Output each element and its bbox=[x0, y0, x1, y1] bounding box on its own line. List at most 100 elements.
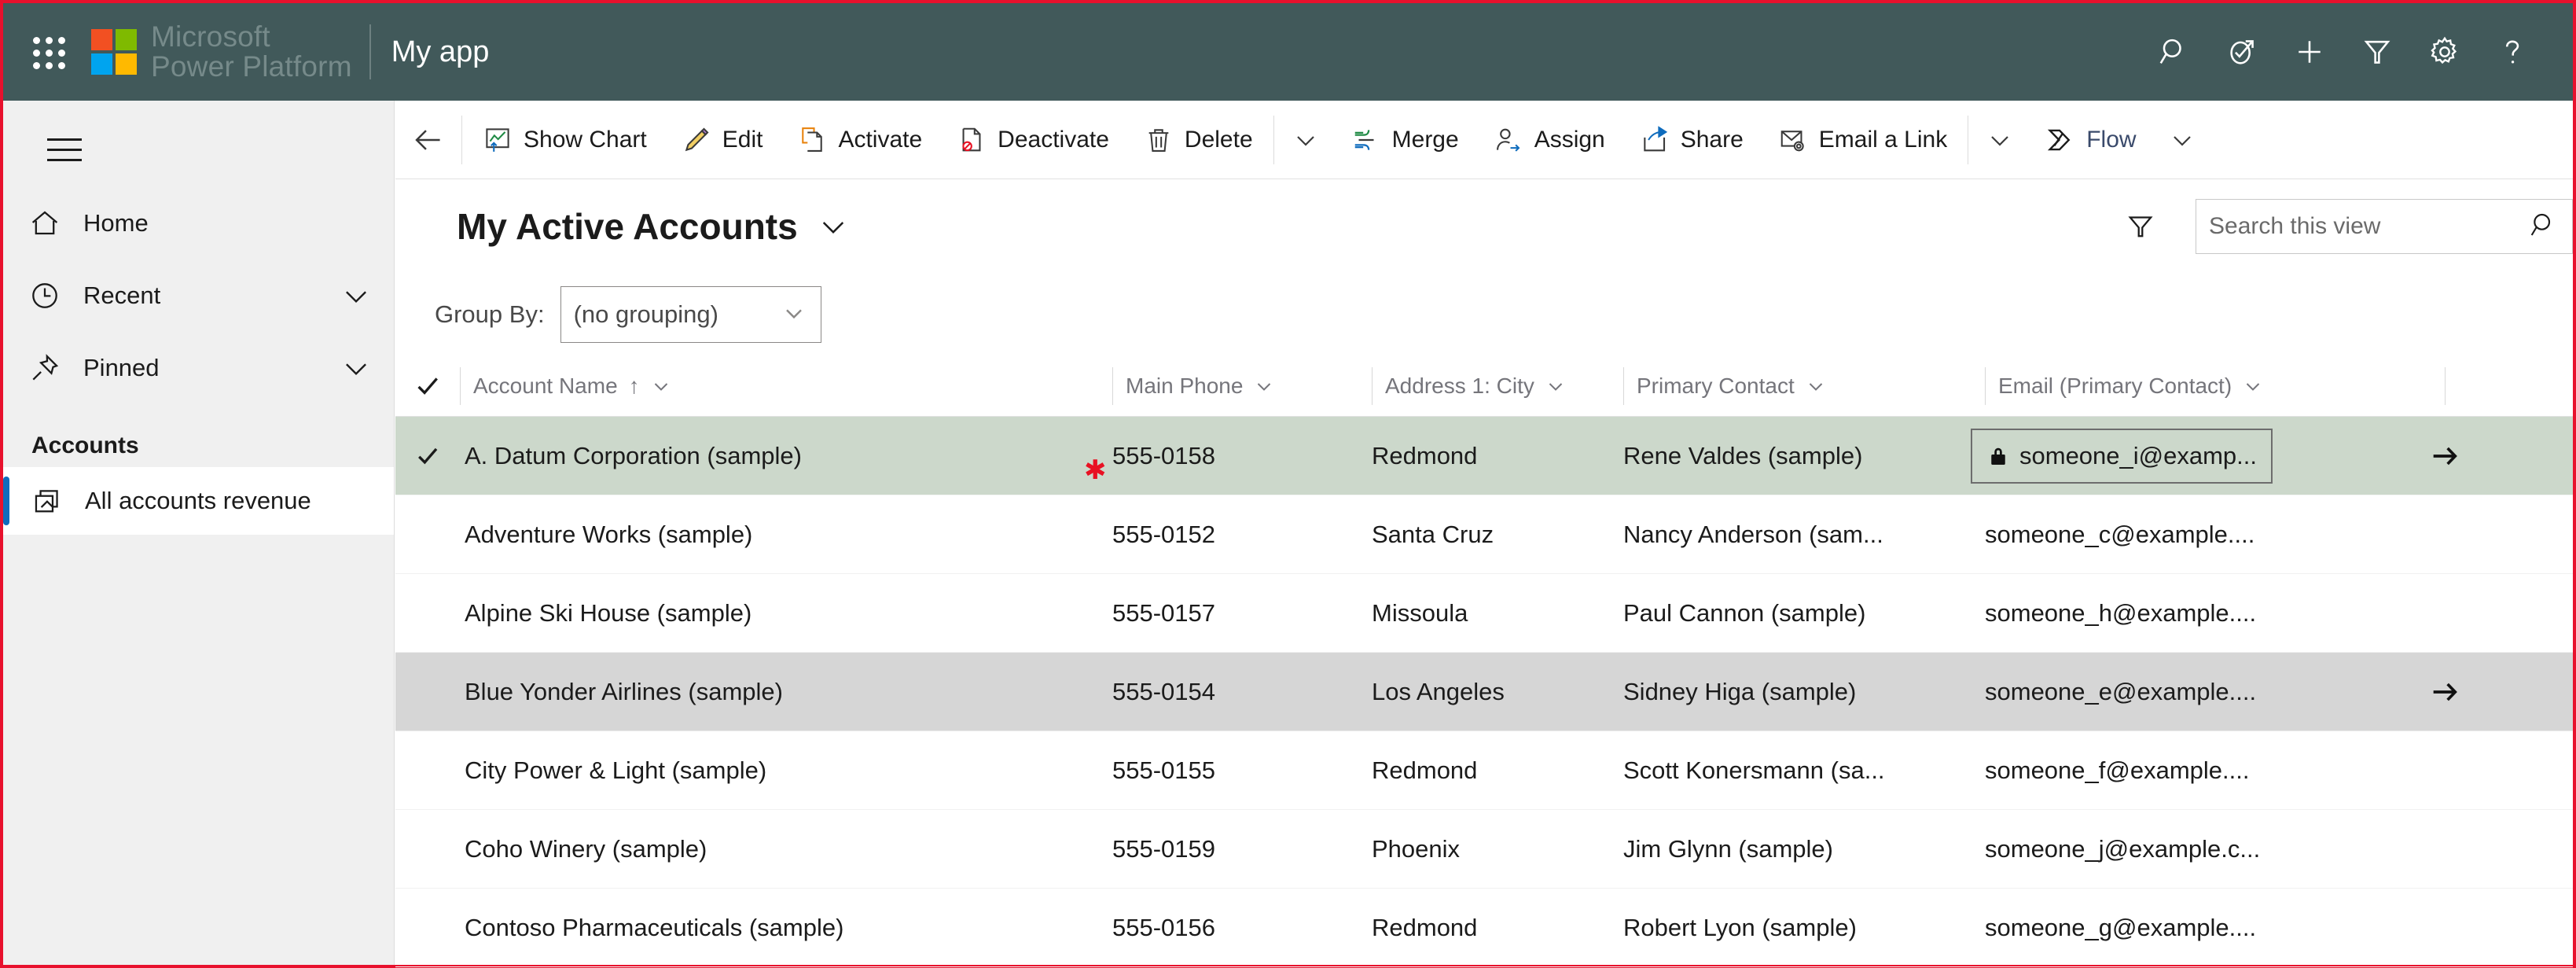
search-icon[interactable] bbox=[2528, 209, 2559, 245]
cell-main-phone[interactable]: ✱ 555-0158 bbox=[1084, 442, 1372, 485]
cell-city[interactable]: Missoula bbox=[1372, 599, 1623, 628]
cell-primary-contact[interactable]: Rene Valdes (sample) bbox=[1623, 442, 1985, 470]
merge-button[interactable]: Merge bbox=[1334, 101, 1476, 179]
cell-primary-contact[interactable]: Robert Lyon (sample) bbox=[1623, 914, 1985, 942]
cell-primary-contact[interactable]: Paul Cannon (sample) bbox=[1623, 599, 1985, 628]
page-title[interactable]: My Active Accounts bbox=[457, 205, 798, 248]
cell-email[interactable]: someone_i@examp... bbox=[1971, 428, 2354, 484]
share-button[interactable]: Share bbox=[1622, 101, 1761, 179]
filter-icon[interactable] bbox=[2107, 193, 2174, 259]
cell-account-name[interactable]: Blue Yonder Airlines (sample) bbox=[460, 678, 1112, 706]
cell-main-phone[interactable]: 555-0159 bbox=[1112, 835, 1372, 863]
hamburger-menu-icon[interactable] bbox=[27, 112, 102, 187]
column-header-email-primary-contact[interactable]: Email (Primary Contact) bbox=[1985, 366, 2354, 405]
table-row[interactable]: A. Datum Corporation (sample) ✱ 555-0158 Re… bbox=[395, 417, 2573, 495]
sidebar-item-all-accounts-revenue[interactable]: All accounts revenue bbox=[3, 467, 394, 535]
column-header-account-name[interactable]: Account Name ↑ bbox=[460, 366, 1112, 405]
flow-chevron-down-icon[interactable] bbox=[2154, 101, 2210, 179]
deactivate-button[interactable]: Deactivate bbox=[939, 101, 1126, 179]
cell-email[interactable]: someone_j@example.c... bbox=[1985, 835, 2354, 863]
column-header-address-1-city[interactable]: Address 1: City bbox=[1372, 366, 1623, 405]
app-launcher-icon[interactable] bbox=[24, 28, 72, 76]
search-icon[interactable] bbox=[2141, 18, 2208, 86]
cell-account-name[interactable]: City Power & Light (sample) bbox=[460, 756, 1112, 785]
sidebar-item-recent[interactable]: Recent bbox=[3, 259, 394, 332]
power-platform-logo[interactable]: Microsoft Power Platform bbox=[91, 22, 352, 82]
cell-email[interactable]: someone_f@example.... bbox=[1985, 756, 2354, 785]
chevron-down-icon[interactable] bbox=[339, 278, 373, 313]
cell-account-name[interactable]: Contoso Pharmaceuticals (sample) bbox=[460, 914, 1112, 942]
command-label: Assign bbox=[1534, 126, 1605, 153]
cell-city[interactable]: Redmond bbox=[1372, 442, 1623, 470]
chevron-down-icon[interactable] bbox=[2241, 374, 2265, 398]
focused-cell[interactable]: someone_i@examp... bbox=[1971, 428, 2273, 484]
overflow-chevron-down-icon[interactable] bbox=[1277, 101, 1334, 179]
show-chart-button[interactable]: Show Chart bbox=[465, 101, 664, 179]
brand-wordmark: Microsoft Power Platform bbox=[151, 22, 352, 82]
cell-primary-contact[interactable]: Sidney Higa (sample) bbox=[1623, 678, 1985, 706]
gear-icon[interactable] bbox=[2411, 18, 2479, 86]
chevron-down-icon[interactable] bbox=[1544, 374, 1567, 398]
overflow-chevron-down-icon[interactable] bbox=[1972, 101, 2028, 179]
edit-button[interactable]: Edit bbox=[664, 101, 781, 179]
cell-primary-contact[interactable]: Scott Konersmann (sa... bbox=[1623, 756, 1985, 785]
plus-icon[interactable] bbox=[2276, 18, 2343, 86]
cell-city[interactable]: Los Angeles bbox=[1372, 678, 1623, 706]
group-by-dropdown[interactable]: (no grouping) bbox=[560, 286, 821, 343]
cell-main-phone[interactable]: 555-0152 bbox=[1112, 521, 1372, 549]
email-a-link-button[interactable]: Email a Link bbox=[1761, 101, 1964, 179]
table-row[interactable]: Alpine Ski House (sample) 555-0157 Missoul… bbox=[395, 574, 2573, 653]
cell-account-name[interactable]: Alpine Ski House (sample) bbox=[460, 599, 1112, 628]
cell-email[interactable]: someone_g@example.... bbox=[1985, 914, 2354, 942]
cell-main-phone[interactable]: 555-0154 bbox=[1112, 678, 1372, 706]
flow-icon bbox=[2045, 125, 2075, 155]
help-icon[interactable] bbox=[2479, 18, 2546, 86]
command-label: Email a Link bbox=[1818, 126, 1948, 153]
chevron-down-icon[interactable] bbox=[649, 374, 673, 398]
table-row[interactable]: Contoso Pharmaceuticals (sample) 555-0156… bbox=[395, 889, 2573, 967]
chevron-down-icon[interactable] bbox=[1252, 374, 1276, 398]
table-row[interactable]: Coho Winery (sample) 555-0159 Phoenix Jim G… bbox=[395, 810, 2573, 889]
flow-button[interactable]: Flow bbox=[2028, 101, 2153, 179]
chevron-down-icon[interactable] bbox=[339, 351, 373, 385]
cell-account-name[interactable]: A. Datum Corporation (sample) bbox=[460, 442, 1112, 470]
assign-button[interactable]: Assign bbox=[1476, 101, 1622, 179]
column-header-main-phone[interactable]: Main Phone bbox=[1112, 366, 1372, 405]
cell-email[interactable]: someone_e@example.... bbox=[1985, 678, 2354, 706]
search-input[interactable]: Search this view bbox=[2196, 199, 2573, 254]
sidebar-item-home[interactable]: Home bbox=[3, 187, 394, 259]
cell-account-name[interactable]: Coho Winery (sample) bbox=[460, 835, 1112, 863]
cell-main-phone[interactable]: 555-0157 bbox=[1112, 599, 1372, 628]
column-header-primary-contact[interactable]: Primary Contact bbox=[1623, 366, 1985, 405]
table-row[interactable]: Blue Yonder Airlines (sample) 555-0154 Los… bbox=[395, 653, 2573, 731]
table-row[interactable]: City Power & Light (sample) 555-0155 Redmo… bbox=[395, 731, 2573, 810]
view-selector-chevron-down-icon[interactable] bbox=[815, 208, 851, 245]
chevron-down-icon[interactable] bbox=[1804, 374, 1828, 398]
cell-main-phone[interactable]: 555-0155 bbox=[1112, 756, 1372, 785]
cell-account-name[interactable]: Adventure Works (sample) bbox=[460, 521, 1112, 549]
delete-button[interactable]: Delete bbox=[1126, 101, 1270, 179]
open-record-button[interactable] bbox=[2354, 676, 2535, 708]
activate-button[interactable]: Activate bbox=[780, 101, 939, 179]
chart-icon bbox=[483, 125, 513, 155]
cell-city[interactable]: Phoenix bbox=[1372, 835, 1623, 863]
filter-icon[interactable] bbox=[2343, 18, 2411, 86]
cell-city[interactable]: Redmond bbox=[1372, 914, 1623, 942]
arrow-right-icon[interactable] bbox=[2429, 440, 2460, 472]
arrow-right-icon[interactable] bbox=[2429, 676, 2460, 708]
open-record-button[interactable] bbox=[2354, 440, 2535, 472]
cell-main-phone[interactable]: 555-0156 bbox=[1112, 914, 1372, 942]
table-row[interactable]: Adventure Works (sample) 555-0152 Santa Cr… bbox=[395, 495, 2573, 574]
cell-city[interactable]: Redmond bbox=[1372, 756, 1623, 785]
assistant-check-icon[interactable] bbox=[2208, 18, 2276, 86]
row-checkmark-icon[interactable] bbox=[395, 443, 460, 469]
sidebar-item-pinned[interactable]: Pinned bbox=[3, 332, 394, 404]
cell-email[interactable]: someone_h@example.... bbox=[1985, 599, 2354, 628]
select-all-checkmark-icon[interactable] bbox=[395, 372, 460, 400]
back-arrow-icon[interactable] bbox=[399, 101, 458, 179]
cell-email[interactable]: someone_c@example.... bbox=[1985, 521, 2354, 549]
cell-city[interactable]: Santa Cruz bbox=[1372, 521, 1623, 549]
app-header: Microsoft Power Platform My app bbox=[3, 3, 2573, 101]
cell-primary-contact[interactable]: Jim Glynn (sample) bbox=[1623, 835, 1985, 863]
cell-primary-contact[interactable]: Nancy Anderson (sam... bbox=[1623, 521, 1985, 549]
